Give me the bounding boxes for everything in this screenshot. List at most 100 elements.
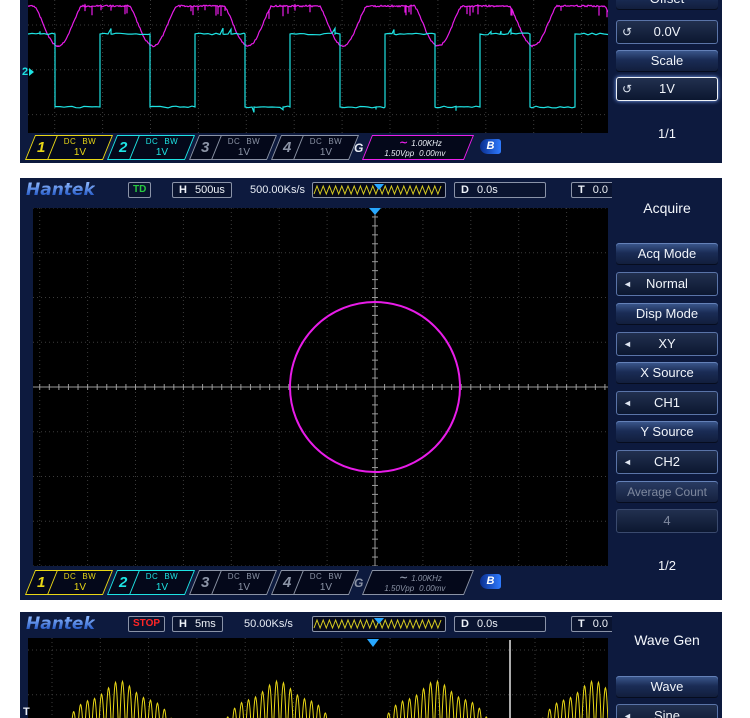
channel-2-indicator[interactable]: 2 DCBW 1V (107, 570, 195, 595)
scale-label: Scale (616, 50, 718, 72)
channel-3-settings: DCBW 1V (217, 571, 271, 594)
x-source-value: CH1 (654, 395, 680, 410)
timebase-value: 500us (195, 183, 225, 197)
menu-page-indicator: 1/2 (612, 558, 722, 573)
scope-capture-square-wave: 2 1 DCBW 1V 2 DCBW 1V 3 DCBW 1V 4 (20, 0, 722, 163)
trigger-value: 0.0 (593, 183, 608, 197)
xy-lissajous-circle-svg (33, 208, 608, 566)
x-source-label: X Source (616, 362, 718, 384)
channel-status-bar: 1 DCBW 1V 2 DCBW 1V 3 DCBW 1V 4 DCBW 1V (20, 568, 612, 598)
y-source-value: CH2 (654, 454, 680, 469)
status-bar: Hantek TD H500us 500.00Ks/s D0.0s T0.0 (20, 178, 612, 204)
channel-1-indicator[interactable]: 1 DCBW 1V (25, 135, 113, 160)
average-count-value: 4 (663, 513, 670, 528)
channel-1-indicator[interactable]: 1 DCBW 1V (25, 570, 113, 595)
ch3-scale: 1V (238, 582, 250, 593)
delay-key: D (461, 183, 469, 197)
ch3-coupling: DC (228, 137, 241, 146)
timebase-key: H (179, 183, 187, 197)
ch1-scale: 1V (74, 147, 86, 158)
scale-value-button[interactable]: ↺ 1V (616, 77, 718, 101)
average-count-button[interactable]: 4 (616, 509, 718, 533)
acq-mode-button[interactable]: ◄ Normal (616, 272, 718, 296)
ch2-ground-marker[interactable]: 2 (22, 66, 34, 78)
hantek-logo: Hantek (26, 614, 95, 634)
left-arrow-icon: ◄ (623, 451, 632, 473)
left-arrow-icon: ◄ (623, 705, 632, 718)
generator-indicator[interactable]: G ~1.00KHz 1.50Vpp0.00mv (354, 135, 469, 160)
trigger-level-box[interactable]: T0.0 (571, 182, 612, 198)
left-arrow-icon: ◄ (623, 392, 632, 414)
y-source-button[interactable]: ◄ CH2 (616, 450, 718, 474)
disp-mode-button[interactable]: ◄ XY (616, 332, 718, 356)
channel-4-indicator[interactable]: 4 DCBW 1V (271, 570, 359, 595)
channel-4-settings: DCBW 1V (299, 571, 353, 594)
channel-1-settings: DC BW 1V (53, 136, 107, 159)
ch4-scale: 1V (320, 582, 332, 593)
generator-frequency: 1.00KHz (411, 139, 442, 148)
waveform-preview-strip[interactable] (312, 182, 446, 198)
trigger-level-box[interactable]: T0.0 (571, 616, 612, 632)
waveform-preview-strip[interactable] (312, 616, 446, 632)
generator-indicator[interactable]: G ~1.00KHz 1.50Vpp0.00mv (354, 570, 469, 595)
delay-value: 0.0s (477, 183, 498, 197)
softkey-menu-offset-scale: Offset ↺ 0.0V Scale ↺ 1V 1/1 (612, 0, 722, 163)
b-badge-icon[interactable]: B (480, 139, 501, 154)
menu-title: Wave Gen (612, 632, 722, 648)
trigger-value: 0.0 (593, 617, 608, 631)
scope-capture-wave-gen: Hantek STOP H5ms 50.00Ks/s D0.0s T0.0 T … (20, 612, 722, 718)
sine-wave-icon: ~ (399, 136, 408, 149)
timebase-box[interactable]: H 500us (172, 182, 232, 198)
offset-value-button[interactable]: ↺ 0.0V (616, 20, 718, 44)
channel-1-settings: DCBW 1V (53, 571, 107, 594)
offset-value: 0.0V (654, 24, 681, 39)
scope-display-am (28, 638, 608, 718)
generator-readout: ~1.00KHz 1.50Vpp0.00mv (362, 570, 474, 595)
ch2-scale: 1V (156, 147, 168, 158)
scale-value: 1V (659, 81, 675, 96)
ch3-scale: 1V (238, 147, 250, 158)
ch2-coupling: DC (146, 137, 159, 146)
channel-3-indicator[interactable]: 3 DCBW 1V (189, 135, 277, 160)
ch1-bandwidth: BW (82, 137, 96, 146)
scope-display-xy (33, 208, 608, 566)
generator-amplitude: 1.50Vpp (385, 584, 415, 593)
sample-rate: 50.00Ks/s (244, 618, 293, 630)
ch4-coupling: DC (310, 137, 323, 146)
preview-waveform-svg (313, 617, 445, 631)
channel-4-settings: DCBW 1V (299, 136, 353, 159)
channel-3-indicator[interactable]: 3 DCBW 1V (189, 570, 277, 595)
softkey-menu-acquire: Acquire Acq Mode ◄ Normal Disp Mode ◄ XY… (612, 178, 722, 600)
b-badge-icon[interactable]: B (480, 574, 501, 589)
ch1-coupling: DC (64, 137, 77, 146)
generator-readout: ~1.00KHz 1.50Vpp0.00mv (362, 135, 474, 160)
timebase-key: H (179, 617, 187, 631)
scope-display-1 (28, 0, 608, 133)
scope-capture-xy-mode: Hantek TD H500us 500.00Ks/s D0.0s T0.0 1… (20, 178, 722, 600)
channel-2-indicator[interactable]: 2 DCBW 1V (107, 135, 195, 160)
ch4-bandwidth: BW (328, 572, 342, 581)
run-stop-badge: STOP (128, 616, 165, 632)
average-count-label: Average Count (616, 481, 718, 503)
knob-icon: ↺ (622, 78, 632, 100)
status-bar: Hantek STOP H 5ms 50.00Ks/s D0.0s T0.0 (20, 612, 612, 638)
generator-label: G (354, 141, 363, 155)
ch2-bandwidth: BW (164, 572, 178, 581)
x-source-button[interactable]: ◄ CH1 (616, 391, 718, 415)
wave-type-value: Sine (654, 708, 680, 718)
timebase-value: 5ms (195, 617, 216, 631)
delay-box[interactable]: D0.0s (454, 616, 546, 632)
channel-2-settings: DC BW 1V (135, 136, 189, 159)
delay-key: D (461, 617, 469, 631)
ch2-coupling: DC (146, 572, 159, 581)
left-arrow-icon: ◄ (623, 273, 632, 295)
sample-rate: 500.00Ks/s (250, 184, 305, 196)
delay-box[interactable]: D 0.0s (454, 182, 546, 198)
channel-4-indicator[interactable]: 4 DCBW 1V (271, 135, 359, 160)
ch2-bandwidth: BW (164, 137, 178, 146)
generator-offset: 0.00mv (420, 584, 446, 593)
trigger-level-marker[interactable]: T (23, 706, 30, 718)
sine-wave-icon: ~ (399, 571, 408, 584)
timebase-box[interactable]: H 5ms (172, 616, 223, 632)
wave-type-button[interactable]: ◄ Sine (616, 704, 718, 718)
